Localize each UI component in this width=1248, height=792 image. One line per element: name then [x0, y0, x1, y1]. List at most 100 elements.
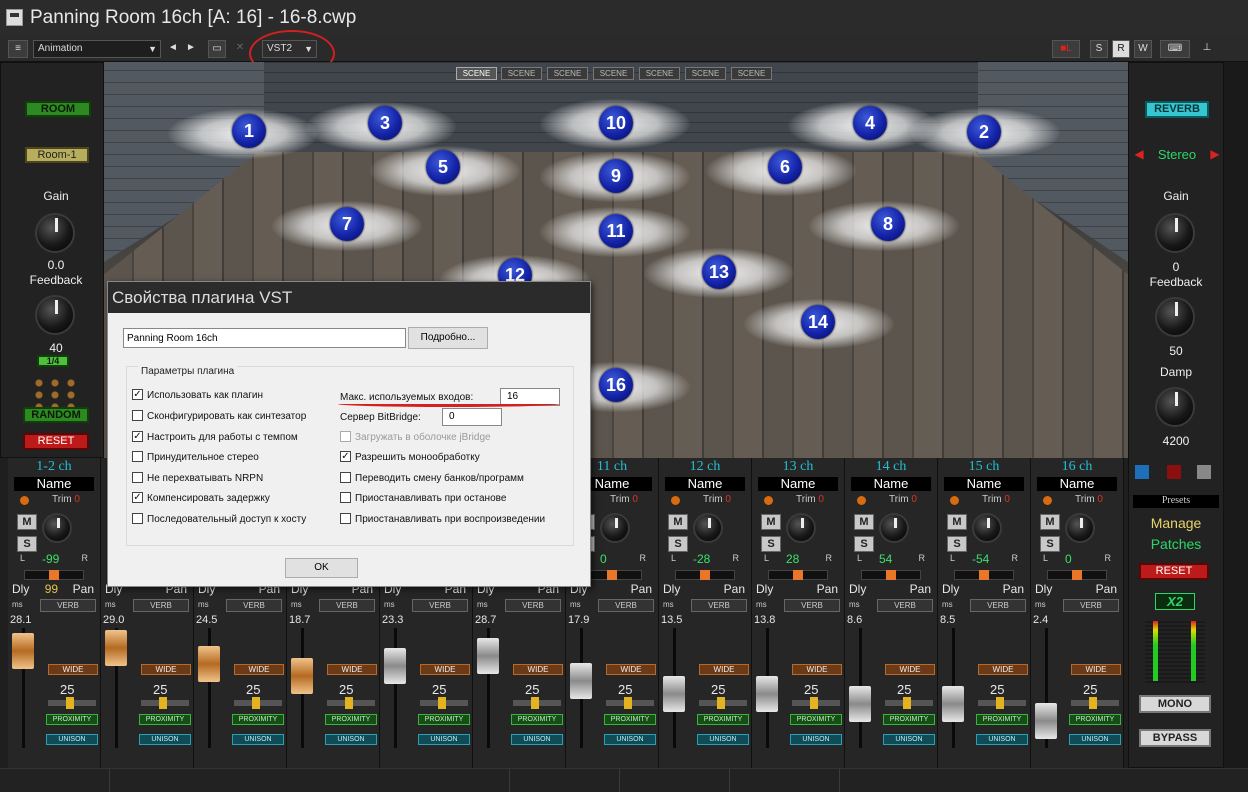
manage-link[interactable]: Manage [1133, 515, 1219, 531]
solo-button[interactable]: S [854, 536, 874, 552]
speaker-3[interactable]: 3 [368, 106, 402, 140]
delay-slider[interactable] [24, 570, 84, 580]
width-slider[interactable] [792, 697, 840, 709]
option-delay-compensation[interactable]: ✓ Компенсировать задержку [132, 492, 270, 504]
save-preset-icon[interactable]: ▭ [208, 40, 226, 58]
width-slider[interactable] [141, 697, 189, 709]
speaker-16[interactable]: 16 [599, 368, 633, 402]
width-slider[interactable] [513, 697, 561, 709]
wide-button[interactable]: WIDE [792, 664, 842, 675]
speaker-9[interactable]: 9 [599, 159, 633, 193]
next-preset-icon[interactable]: ► [184, 40, 198, 58]
speaker-14[interactable]: 14 [801, 305, 835, 339]
solo-button[interactable]: S [761, 536, 781, 552]
proximity-button[interactable]: PROXIMITY [604, 714, 656, 725]
phase-icon[interactable] [1043, 496, 1052, 505]
verb-button[interactable]: VERB [1063, 599, 1119, 612]
r-button[interactable]: R [1112, 40, 1130, 58]
checkbox[interactable] [132, 472, 143, 483]
wide-button[interactable]: WIDE [327, 664, 377, 675]
next-mode-icon[interactable]: ▶ [1209, 147, 1221, 161]
wide-button[interactable]: WIDE [606, 664, 656, 675]
option-bank-program[interactable]: Переводить смену банков/программ [340, 472, 524, 484]
room-preset-button[interactable]: Room-1 [25, 147, 89, 163]
preset-select[interactable]: Animation ▼ [33, 40, 161, 58]
volume-fader[interactable] [477, 638, 499, 674]
option-serial-host-access[interactable]: Последовательный доступ к хосту [132, 513, 306, 525]
verb-button[interactable]: VERB [226, 599, 282, 612]
channel-name-box[interactable]: Name [665, 477, 745, 491]
room-reset-button[interactable]: RESET [23, 433, 89, 450]
wide-button[interactable]: WIDE [141, 664, 191, 675]
proximity-button[interactable]: PROXIMITY [139, 714, 191, 725]
phase-icon[interactable] [764, 496, 773, 505]
room-gain-knob[interactable] [35, 213, 75, 253]
volume-fader[interactable] [198, 646, 220, 682]
proximity-button[interactable]: PROXIMITY [697, 714, 749, 725]
wide-button[interactable]: WIDE [885, 664, 935, 675]
volume-fader[interactable] [105, 630, 127, 666]
scene-button-3[interactable]: SCENE [547, 67, 588, 80]
checkbox[interactable] [340, 472, 351, 483]
volume-fader[interactable] [570, 663, 592, 699]
reverb-feedback-knob[interactable] [1155, 297, 1195, 337]
prev-mode-icon[interactable]: ◀ [1133, 147, 1145, 161]
ok-button[interactable]: OK [285, 558, 358, 578]
latency-icon[interactable]: ■L [1052, 40, 1080, 58]
pan-knob[interactable] [693, 513, 723, 543]
proximity-button[interactable]: PROXIMITY [511, 714, 563, 725]
verb-button[interactable]: VERB [598, 599, 654, 612]
verb-button[interactable]: VERB [505, 599, 561, 612]
volume-fader[interactable] [291, 658, 313, 694]
scene-button-1[interactable]: SCENE [456, 67, 497, 80]
proximity-button[interactable]: PROXIMITY [790, 714, 842, 725]
channel-name-box[interactable]: Name [944, 477, 1024, 491]
option-pause-on-stop[interactable]: Приостанавливать при останове [340, 492, 506, 504]
pan-knob[interactable] [972, 513, 1002, 543]
option-mono-processing[interactable]: ✓ Разрешить монообработку [340, 451, 480, 463]
reverb-button[interactable]: REVERB [1145, 101, 1209, 118]
color-swatch-red[interactable] [1167, 465, 1181, 479]
bitbridge-input[interactable]: 0 [442, 408, 502, 426]
delay-slider[interactable] [1047, 570, 1107, 580]
verb-button[interactable]: VERB [319, 599, 375, 612]
pan-knob[interactable] [1065, 513, 1095, 543]
room-button[interactable]: ROOM [25, 101, 91, 117]
option-configure-as-synth[interactable]: Сконфигурировать как синтезатор [132, 410, 306, 422]
volume-fader[interactable] [663, 676, 685, 712]
checkbox[interactable]: ✓ [132, 389, 143, 400]
solo-button[interactable]: S [947, 536, 967, 552]
pan-knob[interactable] [600, 513, 630, 543]
speaker-2[interactable]: 2 [967, 115, 1001, 149]
mute-button[interactable]: M [1040, 514, 1060, 530]
checkbox[interactable] [132, 451, 143, 462]
verb-button[interactable]: VERB [970, 599, 1026, 612]
speaker-8[interactable]: 8 [871, 207, 905, 241]
checkbox[interactable]: ✓ [132, 431, 143, 442]
unison-button[interactable]: UNISON [883, 734, 935, 745]
unison-button[interactable]: UNISON [325, 734, 377, 745]
scene-button-7[interactable]: SCENE [731, 67, 772, 80]
s-button[interactable]: S [1090, 40, 1108, 58]
option-force-stereo[interactable]: Принудительное стерео [132, 451, 259, 463]
delay-slider[interactable] [954, 570, 1014, 580]
proximity-button[interactable]: PROXIMITY [232, 714, 284, 725]
speaker-4[interactable]: 4 [853, 106, 887, 140]
volume-fader[interactable] [384, 648, 406, 684]
speaker-10[interactable]: 10 [599, 106, 633, 140]
pan-knob[interactable] [42, 513, 72, 543]
width-slider[interactable] [327, 697, 375, 709]
mute-button[interactable]: M [668, 514, 688, 530]
volume-fader[interactable] [1035, 703, 1057, 739]
room-feedback-knob[interactable] [35, 295, 75, 335]
random-button[interactable]: RANDOM [23, 407, 89, 423]
wide-button[interactable]: WIDE [420, 664, 470, 675]
details-button[interactable]: Подробно... [408, 327, 488, 349]
volume-fader[interactable] [756, 676, 778, 712]
verb-button[interactable]: VERB [691, 599, 747, 612]
reverb-reset-button[interactable]: RESET [1139, 563, 1209, 580]
volume-fader[interactable] [12, 633, 34, 669]
delete-preset-icon[interactable]: ✕ [233, 40, 247, 58]
wide-button[interactable]: WIDE [513, 664, 563, 675]
wide-button[interactable]: WIDE [48, 664, 98, 675]
